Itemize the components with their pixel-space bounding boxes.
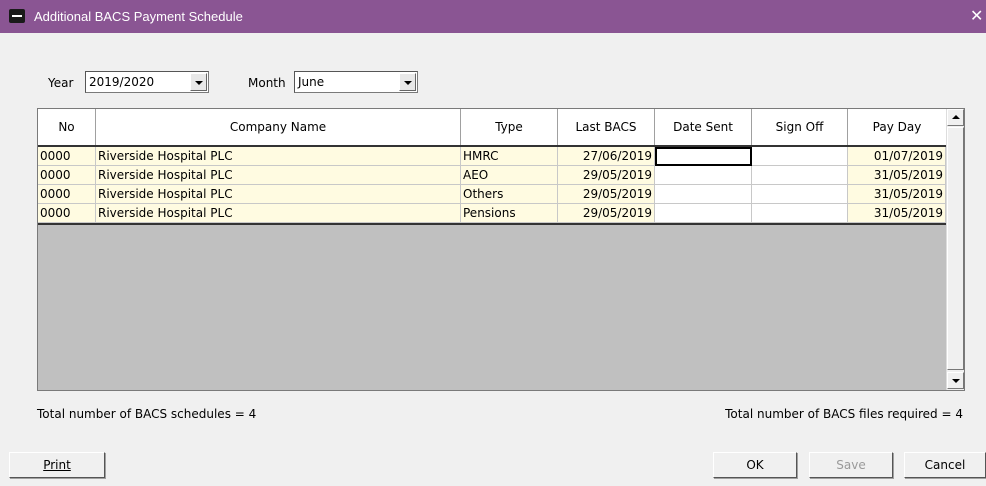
cell-sign-off[interactable] [752, 204, 848, 223]
cell-no[interactable]: 0000 [38, 147, 96, 166]
month-value: June [298, 75, 325, 89]
cell-last-bacs[interactable]: 29/05/2019 [558, 185, 655, 204]
column-header-last-bacs[interactable]: Last BACS [558, 109, 655, 145]
month-label: Month [248, 76, 286, 90]
cancel-button[interactable]: Cancel [904, 452, 986, 478]
cell-date-sent[interactable] [655, 147, 752, 166]
title-bar: Additional BACS Payment Schedule ✕ [0, 0, 986, 33]
files-total-text: Total number of BACS files required = 4 [725, 407, 963, 421]
vertical-scrollbar[interactable] [946, 109, 964, 390]
cell-company[interactable]: Riverside Hospital PLC [96, 185, 461, 204]
cell-type[interactable]: Pensions [461, 204, 558, 223]
cell-company[interactable]: Riverside Hospital PLC [96, 204, 461, 223]
window-title: Additional BACS Payment Schedule [34, 9, 243, 24]
ok-button-label: OK [746, 458, 764, 472]
print-button-label: Print [43, 458, 71, 472]
cell-no[interactable]: 0000 [38, 204, 96, 223]
cell-date-sent[interactable] [655, 204, 752, 223]
year-value: 2019/2020 [89, 75, 155, 89]
column-header-type[interactable]: Type [461, 109, 558, 145]
year-select[interactable]: 2019/2020 [85, 71, 209, 93]
cell-no[interactable]: 0000 [38, 185, 96, 204]
cell-pay-day[interactable]: 31/05/2019 [848, 166, 946, 185]
month-select[interactable]: June [294, 71, 418, 93]
cell-last-bacs[interactable]: 27/06/2019 [558, 147, 655, 166]
chevron-down-icon[interactable] [190, 73, 207, 91]
cell-date-sent[interactable] [655, 185, 752, 204]
cell-company[interactable]: Riverside Hospital PLC [96, 166, 461, 185]
cell-sign-off[interactable] [752, 166, 848, 185]
cell-last-bacs[interactable]: 29/05/2019 [558, 166, 655, 185]
chevron-down-icon[interactable] [399, 73, 416, 91]
cancel-button-label: Cancel [924, 458, 966, 472]
column-header-company-name[interactable]: Company Name [96, 109, 461, 145]
close-icon[interactable]: ✕ [970, 4, 986, 28]
cell-no[interactable]: 0000 [38, 166, 96, 185]
cell-sign-off[interactable] [752, 185, 848, 204]
cell-last-bacs[interactable]: 29/05/2019 [558, 204, 655, 223]
bacs-schedule-grid[interactable]: No Company Name Type Last BACS Date Sent… [37, 108, 965, 391]
print-button[interactable]: Print [9, 452, 105, 478]
column-header-no[interactable]: No [38, 109, 96, 145]
save-button-label: Save [836, 458, 866, 472]
grid-header: No Company Name Type Last BACS Date Sent… [38, 109, 946, 147]
cell-company[interactable]: Riverside Hospital PLC [96, 147, 461, 166]
column-header-date-sent[interactable]: Date Sent [655, 109, 752, 145]
cell-pay-day[interactable]: 01/07/2019 [848, 147, 946, 166]
year-label: Year [48, 76, 74, 90]
cell-type[interactable]: HMRC [461, 147, 558, 166]
app-icon [9, 9, 25, 23]
cell-pay-day[interactable]: 31/05/2019 [848, 185, 946, 204]
scroll-down-arrow-icon[interactable] [947, 372, 964, 389]
table-row[interactable]: 0000 Riverside Hospital PLC Others 29/05… [38, 185, 946, 204]
table-row[interactable]: 0000 Riverside Hospital PLC HMRC 27/06/2… [38, 147, 946, 166]
cell-pay-day[interactable]: 31/05/2019 [848, 204, 946, 223]
cell-sign-off[interactable] [752, 147, 848, 166]
scroll-up-arrow-icon[interactable] [947, 109, 964, 126]
table-row[interactable]: 0000 Riverside Hospital PLC AEO 29/05/20… [38, 166, 946, 185]
cell-date-sent[interactable] [655, 166, 752, 185]
save-button[interactable]: Save [809, 452, 893, 478]
schedules-total-text: Total number of BACS schedules = 4 [37, 407, 257, 421]
column-header-pay-day[interactable]: Pay Day [848, 109, 946, 145]
column-header-sign-off[interactable]: Sign Off [752, 109, 848, 145]
cell-type[interactable]: AEO [461, 166, 558, 185]
cell-type[interactable]: Others [461, 185, 558, 204]
ok-button[interactable]: OK [713, 452, 797, 478]
scroll-thumb[interactable] [947, 127, 964, 370]
rows-divider [38, 223, 946, 225]
table-row[interactable]: 0000 Riverside Hospital PLC Pensions 29/… [38, 204, 946, 223]
